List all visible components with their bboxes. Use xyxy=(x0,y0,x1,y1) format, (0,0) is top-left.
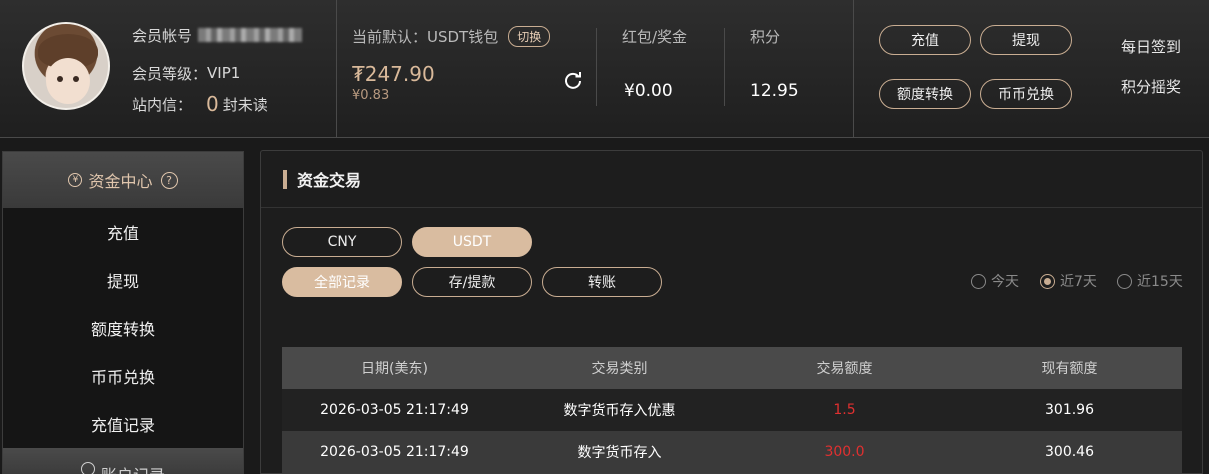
inbox-count: 0 xyxy=(206,92,219,116)
wallet-balance-cny: ¥0.83 xyxy=(352,88,390,103)
col-date: 日期(美东) xyxy=(361,361,428,377)
transactions-table: 日期(美东) 交易类别 交易额度 现有额度 2026-03-05 21:17:4… xyxy=(282,347,1182,473)
sidebar-item-exchange[interactable]: 币币兑换 xyxy=(3,352,243,400)
sidebar-title: 资金中心 xyxy=(88,172,153,191)
sidebar-item-deposit-records[interactable]: 充值记录 xyxy=(3,400,243,448)
divider xyxy=(596,28,597,106)
help-icon[interactable]: ? xyxy=(160,171,178,189)
divider xyxy=(724,28,725,106)
member-level-row: 会员等级： VIP1 xyxy=(132,56,240,90)
wallet-title-text: 当前默认：USDT钱包 xyxy=(352,28,499,46)
sidebar-header: ¥ 资金中心 ? xyxy=(3,152,243,208)
radio-icon xyxy=(1117,273,1132,289)
sidebar-item-transfer[interactable]: 额度转换 xyxy=(3,304,243,352)
bonus-label: 红包/奖金 xyxy=(622,28,688,46)
cell-type: 数字货币存入 xyxy=(577,445,662,461)
filter-7-days-label: 近7天 xyxy=(1060,274,1097,290)
deposit-button[interactable]: 充值 xyxy=(879,25,971,55)
tab-transfer[interactable]: 转账 xyxy=(542,267,662,297)
filter-15-days[interactable]: 近15天 xyxy=(1117,271,1183,291)
table-row: 2026-03-05 21:17:49 数字货币存入 300.0 300.46 xyxy=(282,431,1182,473)
tab-deposit-withdraw[interactable]: 存/提款 xyxy=(412,267,532,297)
cell-amount: 300.0 xyxy=(824,444,865,460)
member-account-label: 会员帐号 xyxy=(132,26,193,45)
refresh-icon[interactable] xyxy=(563,70,583,90)
col-amount: 交易额度 xyxy=(816,361,873,377)
records-icon xyxy=(80,462,95,474)
tab-all-records[interactable]: 全部记录 xyxy=(282,267,402,297)
wallet-title: 当前默认：USDT钱包 切换 xyxy=(352,26,551,47)
wallet-balance: ₮247.90 xyxy=(352,62,435,86)
avatar-face xyxy=(46,58,90,104)
cell-date: 2026-03-05 21:17:49 xyxy=(320,402,469,418)
sidebar: ¥ 资金中心 ? 充值 提现 额度转换 币币兑换 充值记录 账户记录 xyxy=(2,151,244,474)
title-accent-bar xyxy=(283,169,287,189)
radio-selected-icon xyxy=(1040,273,1055,289)
sidebar-section-account-records[interactable]: 账户记录 xyxy=(3,448,243,474)
member-info: 会员帐号 会员等级： VIP1 站内信： 0 封未读 xyxy=(132,24,303,116)
avatar-eye xyxy=(57,76,63,82)
col-balance: 现有额度 xyxy=(1041,361,1098,377)
sidebar-section-label: 账户记录 xyxy=(101,462,165,474)
masked-account-id xyxy=(198,28,303,42)
sidebar-item-withdraw[interactable]: 提现 xyxy=(3,256,243,304)
transfer-button[interactable]: 额度转换 xyxy=(879,79,971,109)
table-header: 日期(美东) 交易类别 交易额度 现有额度 xyxy=(282,347,1182,389)
points-stat: 积分 12.95 xyxy=(750,26,799,101)
divider xyxy=(853,0,854,138)
withdraw-button[interactable]: 提现 xyxy=(980,25,1072,55)
inbox-label: 站内信： xyxy=(132,95,193,114)
member-level-value: VIP1 xyxy=(207,64,241,82)
avatar[interactable] xyxy=(22,22,110,110)
radio-icon xyxy=(971,273,986,289)
bonus-stat: 红包/奖金 ¥0.00 xyxy=(622,26,688,101)
filter-today-label: 今天 xyxy=(991,274,1019,290)
yuan-icon: ¥ xyxy=(68,173,83,187)
points-label: 积分 xyxy=(750,28,781,46)
inbox-row[interactable]: 站内信： 0 封未读 xyxy=(132,87,268,121)
filter-today[interactable]: 今天 xyxy=(971,271,1019,291)
cell-amount: 1.5 xyxy=(833,402,856,418)
divider xyxy=(336,0,337,138)
inbox-unit: 封未读 xyxy=(222,95,268,114)
wallet-switch-button[interactable]: 切换 xyxy=(508,26,551,47)
tab-usdt[interactable]: USDT xyxy=(412,227,532,257)
tab-cny[interactable]: CNY xyxy=(282,227,402,257)
cell-balance: 301.96 xyxy=(1045,402,1094,418)
member-header: 会员帐号 会员等级： VIP1 站内信： 0 封未读 当前默认：USDT钱包 切… xyxy=(0,0,1209,138)
panel-header: 资金交易 xyxy=(261,151,1202,208)
cell-balance: 300.46 xyxy=(1045,444,1094,460)
daily-checkin-link[interactable]: 每日签到 xyxy=(1121,36,1181,57)
points-value: 12.95 xyxy=(750,81,799,101)
filter-15-days-label: 近15天 xyxy=(1137,274,1183,290)
avatar-eye xyxy=(73,76,79,82)
points-lottery-link[interactable]: 积分摇奖 xyxy=(1121,76,1181,97)
member-account-row: 会员帐号 xyxy=(132,24,303,46)
exchange-button[interactable]: 币币兑换 xyxy=(980,79,1072,109)
cell-date: 2026-03-05 21:17:49 xyxy=(320,444,469,460)
bonus-value: ¥0.00 xyxy=(624,81,673,101)
member-level-label: 会员等级： xyxy=(132,64,208,83)
table-row: 2026-03-05 21:17:49 数字货币存入优惠 1.5 301.96 xyxy=(282,389,1182,431)
filter-7-days[interactable]: 近7天 xyxy=(1040,271,1097,291)
wallet-block: 当前默认：USDT钱包 切换 ₮247.90 ¥0.83 xyxy=(352,26,551,103)
col-type: 交易类别 xyxy=(591,361,648,377)
cell-type: 数字货币存入优惠 xyxy=(563,403,676,419)
page-title: 资金交易 xyxy=(297,171,362,190)
sidebar-item-deposit[interactable]: 充值 xyxy=(3,208,243,256)
